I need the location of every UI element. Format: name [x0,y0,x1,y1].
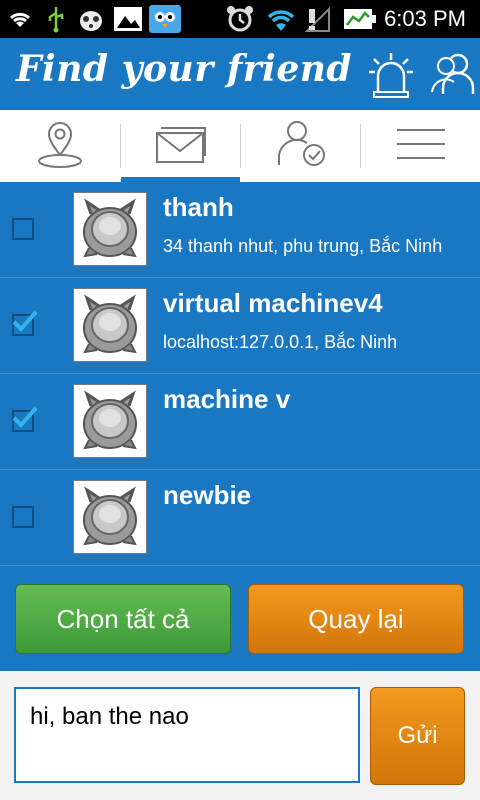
select-all-button[interactable]: Chọn tất cả [15,584,231,654]
menu-icon [395,126,447,167]
robot-avatar-icon [83,390,137,450]
checkmark-icon [12,406,38,428]
app-bar: Find your friend [0,38,480,110]
avatar [73,480,147,554]
envelope-icon [155,124,207,169]
no-signal-icon [304,5,332,33]
select-checkbox[interactable] [12,218,34,240]
avatar [73,192,147,266]
friend-address: 34 thanh nhut, phu trung, Bắc Ninh [163,236,443,256]
status-bar: 6:03 PM [0,0,480,38]
user-check-icon [275,119,327,174]
back-button[interactable]: Quay lại [248,584,464,654]
send-button[interactable]: Gửi [370,687,465,785]
status-time: 6:03 PM [384,6,466,31]
friend-list: thanh 34 thanh nhut, phu trung, Bắc Ninh… [0,182,480,566]
robot-avatar-icon [83,486,137,546]
list-item[interactable]: newbie [0,470,480,566]
wifi-icon [6,5,34,33]
battery-icon [342,5,378,33]
robot-avatar-icon [83,294,137,354]
select-checkbox[interactable] [12,506,34,528]
alarm-icon [224,5,256,33]
select-checkbox[interactable] [12,406,38,432]
list-item[interactable]: thanh 34 thanh nhut, phu trung, Bắc Ninh [0,182,480,278]
bug-icon [74,5,108,33]
people-icon[interactable] [430,52,476,96]
tab-location[interactable] [0,110,119,182]
friend-name: machine v [163,384,291,414]
wifi-signal-icon [264,5,298,33]
friend-name: thanh [163,192,234,222]
list-item[interactable]: machine v [0,374,480,470]
tab-menu[interactable] [361,110,480,182]
tab-friend-check[interactable] [241,110,360,182]
tab-messages[interactable] [121,110,240,182]
list-item[interactable]: virtual machinev4 localhost:127.0.0.1, B… [0,278,480,374]
message-input[interactable]: hi, ban the nao [14,687,360,783]
checkmark-icon [12,310,38,332]
friend-name: virtual machinev4 [163,288,383,318]
siren-icon[interactable] [368,50,414,98]
app-title: Find your friend [16,48,353,90]
tab-bar [0,110,480,182]
usb-icon [44,5,68,33]
avatar [73,384,147,458]
avatar [73,288,147,362]
select-checkbox[interactable] [12,310,38,336]
message-composer: hi, ban the nao Gửi [0,671,480,800]
location-pin-icon [35,119,85,174]
friend-address: localhost:127.0.0.1, Bắc Ninh [163,332,398,352]
friend-name: newbie [163,480,252,510]
robot-avatar-icon [83,198,137,258]
bird-app-icon [148,5,182,33]
image-icon [112,5,144,33]
